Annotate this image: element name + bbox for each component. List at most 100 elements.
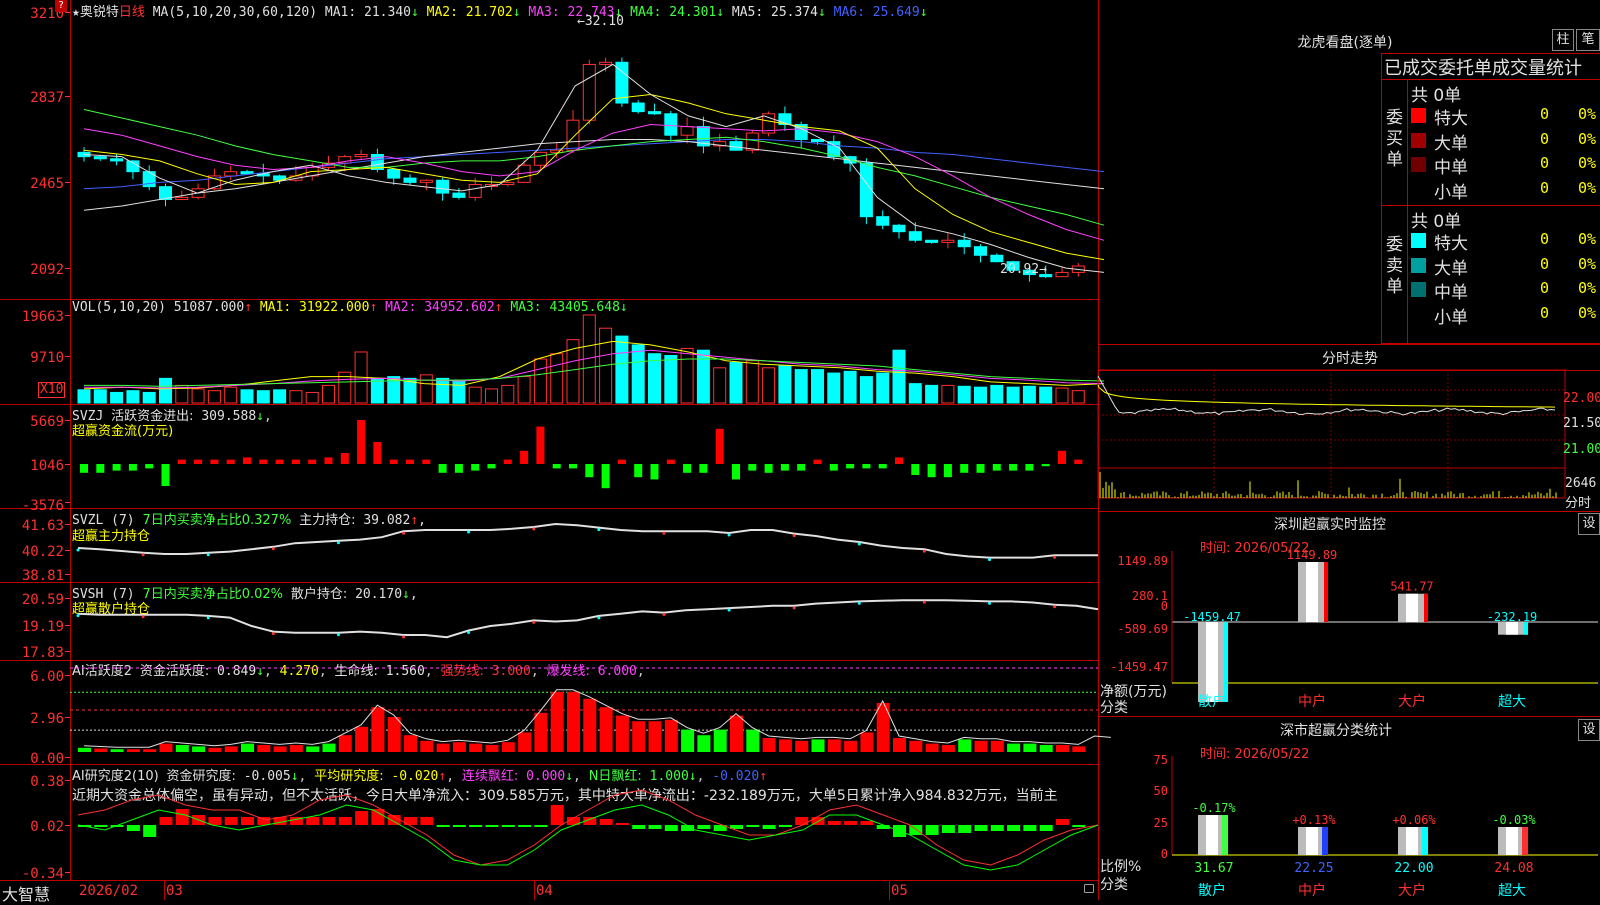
fund-flow-bar (308, 459, 317, 464)
intraday-vol-unit: 分时 (1565, 496, 1592, 511)
research-bar (941, 825, 955, 833)
bar-highlight (1206, 622, 1218, 702)
trend-dot (532, 527, 536, 531)
fund-flow-bar (487, 464, 496, 469)
volume-bar (142, 391, 156, 404)
research-bar (664, 825, 678, 831)
volume-bar (762, 367, 776, 404)
max-price-annotation: ←32.10 (577, 14, 624, 29)
fund-flow-bar (569, 464, 577, 469)
candle-body (957, 239, 971, 248)
activity-bar (241, 743, 254, 752)
trend-dot (1053, 605, 1057, 609)
intraday-chart[interactable] (1097, 369, 1600, 510)
main-holding-line (77, 522, 1098, 559)
candle-body (648, 111, 661, 115)
fund-flow-bar (520, 450, 529, 464)
volume-bar (533, 358, 547, 404)
sz-monitor-bar-2 (1398, 593, 1428, 622)
row-pct: 0% (1578, 279, 1597, 297)
fund-flow-bar (1058, 450, 1066, 464)
volume-bar (77, 389, 91, 404)
candle-body (501, 181, 515, 186)
volume-bar (745, 360, 759, 404)
sz-class-category: 大户 (1398, 882, 1426, 899)
dragon-table-header: 已成交委托单成交量统计 (1384, 58, 1582, 79)
candle-body (811, 138, 824, 143)
sz-class-axis-sub: 分类 (1100, 877, 1128, 893)
activity-bar (1039, 745, 1053, 752)
activity-bar (567, 691, 580, 752)
trend-dot (532, 620, 536, 624)
candle-body (403, 177, 417, 183)
volume-bar (517, 376, 531, 404)
activity-bar (404, 735, 417, 752)
bar-highlight (1306, 562, 1318, 622)
bar-view-button[interactable]: 柱 (1552, 29, 1574, 51)
activity-bar (159, 743, 173, 752)
activity-bar (224, 746, 238, 752)
research-bar (94, 825, 108, 827)
sz-class-axis-title: 比例% (1100, 859, 1142, 875)
research-bar (306, 817, 320, 825)
row-count: 0 (1540, 303, 1550, 322)
bar-edge (1424, 593, 1428, 622)
research-bar (746, 825, 760, 827)
y-tick (65, 268, 70, 269)
row-pct: 0% (1578, 303, 1597, 322)
candle-body (468, 184, 482, 198)
research-bar (518, 825, 532, 827)
research-bar (485, 825, 499, 827)
activity-bar (273, 746, 287, 752)
activity-bar (925, 743, 939, 752)
fund-flow-bar (634, 464, 643, 478)
fund-flow-bar (878, 464, 887, 469)
volume-bar (1039, 386, 1053, 404)
candle-body (876, 216, 890, 226)
sz-class-change: -0.17% (1192, 801, 1236, 815)
fund-flow-bar (780, 464, 789, 471)
activity-bar (371, 707, 385, 752)
fund-flow-bar (210, 459, 219, 464)
research-bar (322, 817, 336, 825)
fund-flow-bar (895, 457, 903, 464)
volume-bar (1006, 386, 1020, 404)
trend-dot (597, 528, 601, 532)
trend-dot (922, 549, 926, 553)
activity-bar (713, 729, 727, 752)
svzl-chart (76, 522, 1098, 562)
fund-flow-bar (96, 464, 105, 473)
volume-bar (207, 390, 221, 404)
lock-icon[interactable] (1084, 884, 1094, 893)
sz-class-bar-3 (1498, 827, 1528, 855)
fund-flow-bar (666, 459, 675, 464)
volume-bar (1022, 385, 1036, 404)
legend-swatch (1411, 132, 1426, 148)
sz-class-change: +0.06% (1392, 813, 1436, 827)
activity-bar (811, 739, 825, 752)
activity-bar (1007, 743, 1021, 752)
candle-body (550, 149, 564, 153)
fund-flow-bar (291, 459, 300, 464)
volume-bar (93, 389, 107, 404)
volume-bar (322, 384, 335, 404)
svsh-chart (76, 599, 1099, 639)
tick-view-button[interactable]: 笔 (1576, 29, 1600, 51)
volume-bar (256, 390, 270, 404)
fund-flow-bar (846, 464, 855, 469)
research-bar (143, 825, 157, 837)
row-pct: 0% (1578, 154, 1597, 172)
fund-flow-bar (536, 426, 545, 464)
fund-flow-bar (243, 457, 251, 464)
candlestick-chart[interactable] (0, 0, 1105, 299)
fund-flow-bar (80, 464, 88, 473)
research-bar (974, 825, 988, 831)
row-label: 小单 (1434, 182, 1468, 203)
help-icon[interactable]: ? (55, 0, 67, 12)
activity-bar (648, 721, 662, 752)
volume-bar (859, 376, 873, 404)
sz-monitor-category: 大户 (1398, 693, 1426, 710)
activity-bar (664, 719, 678, 752)
activity-bar (893, 738, 906, 752)
legend-swatch (1411, 233, 1426, 248)
